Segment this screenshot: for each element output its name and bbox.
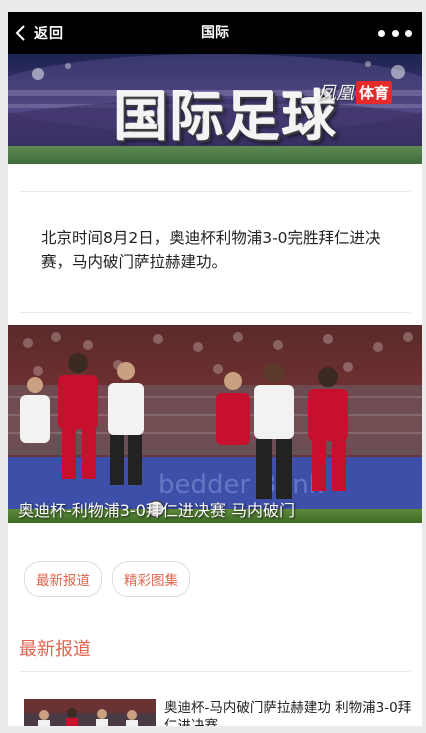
news-title: 奥迪杯-马内破门萨拉赫建功 利物浦3-0拜仁进决赛 bbox=[164, 700, 412, 726]
content-scroll[interactable]: 国际足球 凤凰 体育 北京时间8月2日，奥迪杯利物浦3-0完胜拜仁进决赛，马内破… bbox=[8, 54, 422, 726]
divider bbox=[20, 312, 410, 313]
ellipsis-icon bbox=[378, 29, 385, 37]
tab-bar: 最新报道 精彩图集 bbox=[8, 523, 422, 625]
page-title: 国际 bbox=[201, 25, 229, 41]
article-summary: 北京时间8月2日，奥迪杯利物浦3-0完胜拜仁进决赛，马内破门萨拉赫建功。 bbox=[41, 229, 381, 271]
brand-logo: 凤凰 体育 bbox=[318, 79, 393, 105]
chevron-left-icon bbox=[15, 25, 25, 41]
section-title: 最新报道 bbox=[19, 639, 91, 660]
svg-text:bedder Bank: bedder Bank bbox=[158, 470, 324, 500]
logo-sport: 体育 bbox=[356, 80, 393, 104]
tab-photo-gallery[interactable]: 精彩图集 bbox=[112, 561, 190, 597]
more-button[interactable] bbox=[378, 25, 412, 41]
match-photo: bedder Bank 奥迪杯-利物浦3-0拜仁进决赛 马内破门 bbox=[8, 325, 422, 523]
photo-caption: 奥迪杯-利物浦3-0拜仁进决赛 马内破门 bbox=[18, 501, 295, 520]
back-button[interactable]: 返回 bbox=[14, 12, 64, 54]
logo-brand: 凤凰 bbox=[318, 83, 354, 104]
news-thumbnail bbox=[24, 699, 156, 726]
banner-title: 国际足球 bbox=[114, 84, 338, 148]
navbar: 返回 国际 bbox=[8, 12, 422, 54]
tab-latest-news[interactable]: 最新报道 bbox=[24, 561, 102, 597]
banner-image: 国际足球 凤凰 体育 bbox=[8, 54, 422, 164]
phone-screen: 返回 国际 国际足球 凤凰 体育 北京时间8月2日，奥迪杯利物浦3-0完胜拜仁进… bbox=[8, 12, 422, 726]
news-list-item[interactable]: 奥迪杯-马内破门萨拉赫建功 利物浦3-0拜仁进决赛 bbox=[8, 672, 422, 726]
back-label: 返回 bbox=[34, 26, 64, 42]
